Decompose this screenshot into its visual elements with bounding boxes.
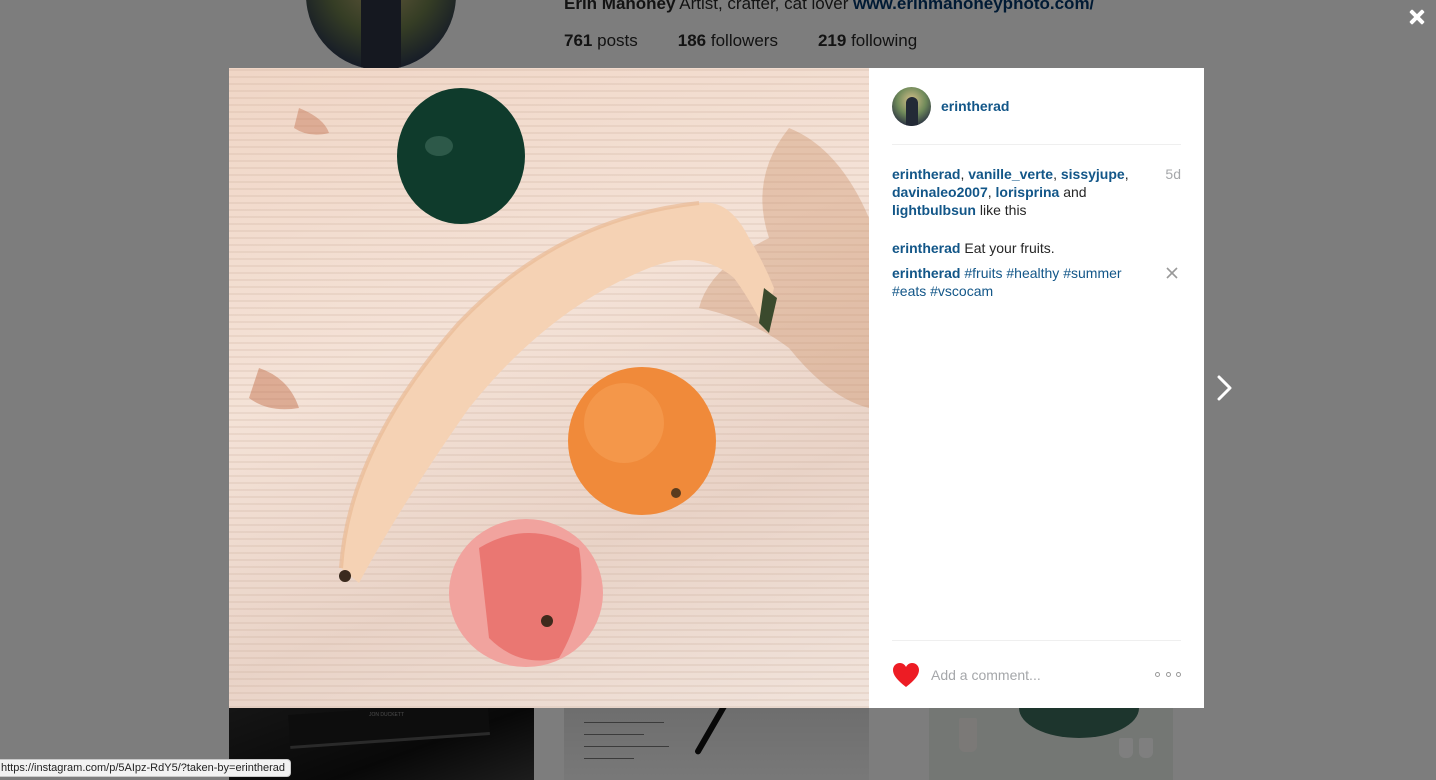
likes-and-text: and bbox=[1063, 184, 1087, 200]
post-header: erintherad bbox=[892, 68, 1181, 145]
post-modal: erintherad erintherad, vanille_verte, si… bbox=[229, 68, 1204, 708]
delete-x-icon[interactable] bbox=[1165, 266, 1179, 280]
comment-bar bbox=[892, 640, 1181, 708]
likes-summary: erintherad, vanille_verte, sissyjupe, da… bbox=[892, 165, 1181, 218]
comment: erintherad Eat your fruits. bbox=[892, 239, 1181, 257]
liker-link[interactable]: sissyjupe bbox=[1061, 166, 1125, 182]
comment-author-link[interactable]: erintherad bbox=[892, 265, 960, 281]
comment: erintherad #fruits #healthy #summer #eat… bbox=[892, 264, 1181, 300]
liker-link[interactable]: lightbulbsun bbox=[892, 202, 976, 218]
hashtag-link[interactable]: #eats bbox=[892, 283, 926, 299]
heart-icon[interactable] bbox=[892, 662, 920, 688]
more-options-icon[interactable] bbox=[1155, 670, 1181, 680]
hashtag-link[interactable]: #vscocam bbox=[930, 283, 993, 299]
hashtag-link[interactable]: #healthy bbox=[1006, 265, 1059, 281]
post-details-panel: erintherad erintherad, vanille_verte, si… bbox=[869, 68, 1204, 708]
liker-link[interactable]: vanille_verte bbox=[968, 166, 1053, 182]
close-icon[interactable] bbox=[1404, 4, 1430, 30]
post-photo[interactable] bbox=[229, 68, 869, 708]
post-username-link[interactable]: erintherad bbox=[941, 98, 1009, 114]
comment-text: Eat your fruits. bbox=[964, 240, 1055, 256]
liker-link[interactable]: davinaleo2007 bbox=[892, 184, 988, 200]
hashtag-link[interactable]: #fruits bbox=[964, 265, 1002, 281]
add-comment-input[interactable] bbox=[931, 666, 1155, 683]
comment-author-link[interactable]: erintherad bbox=[892, 240, 960, 256]
liker-link[interactable]: lorisprina bbox=[996, 184, 1060, 200]
status-bar-url: https://instagram.com/p/5AIpz-RdY5/?take… bbox=[0, 759, 292, 777]
avatar[interactable] bbox=[892, 86, 931, 126]
likes-suffix-text: like this bbox=[979, 202, 1027, 218]
hashtag-link[interactable]: #summer bbox=[1063, 265, 1121, 281]
chevron-right-icon[interactable] bbox=[1210, 372, 1240, 404]
post-timestamp[interactable]: 5d bbox=[1165, 165, 1181, 183]
liker-link[interactable]: erintherad bbox=[892, 166, 960, 182]
